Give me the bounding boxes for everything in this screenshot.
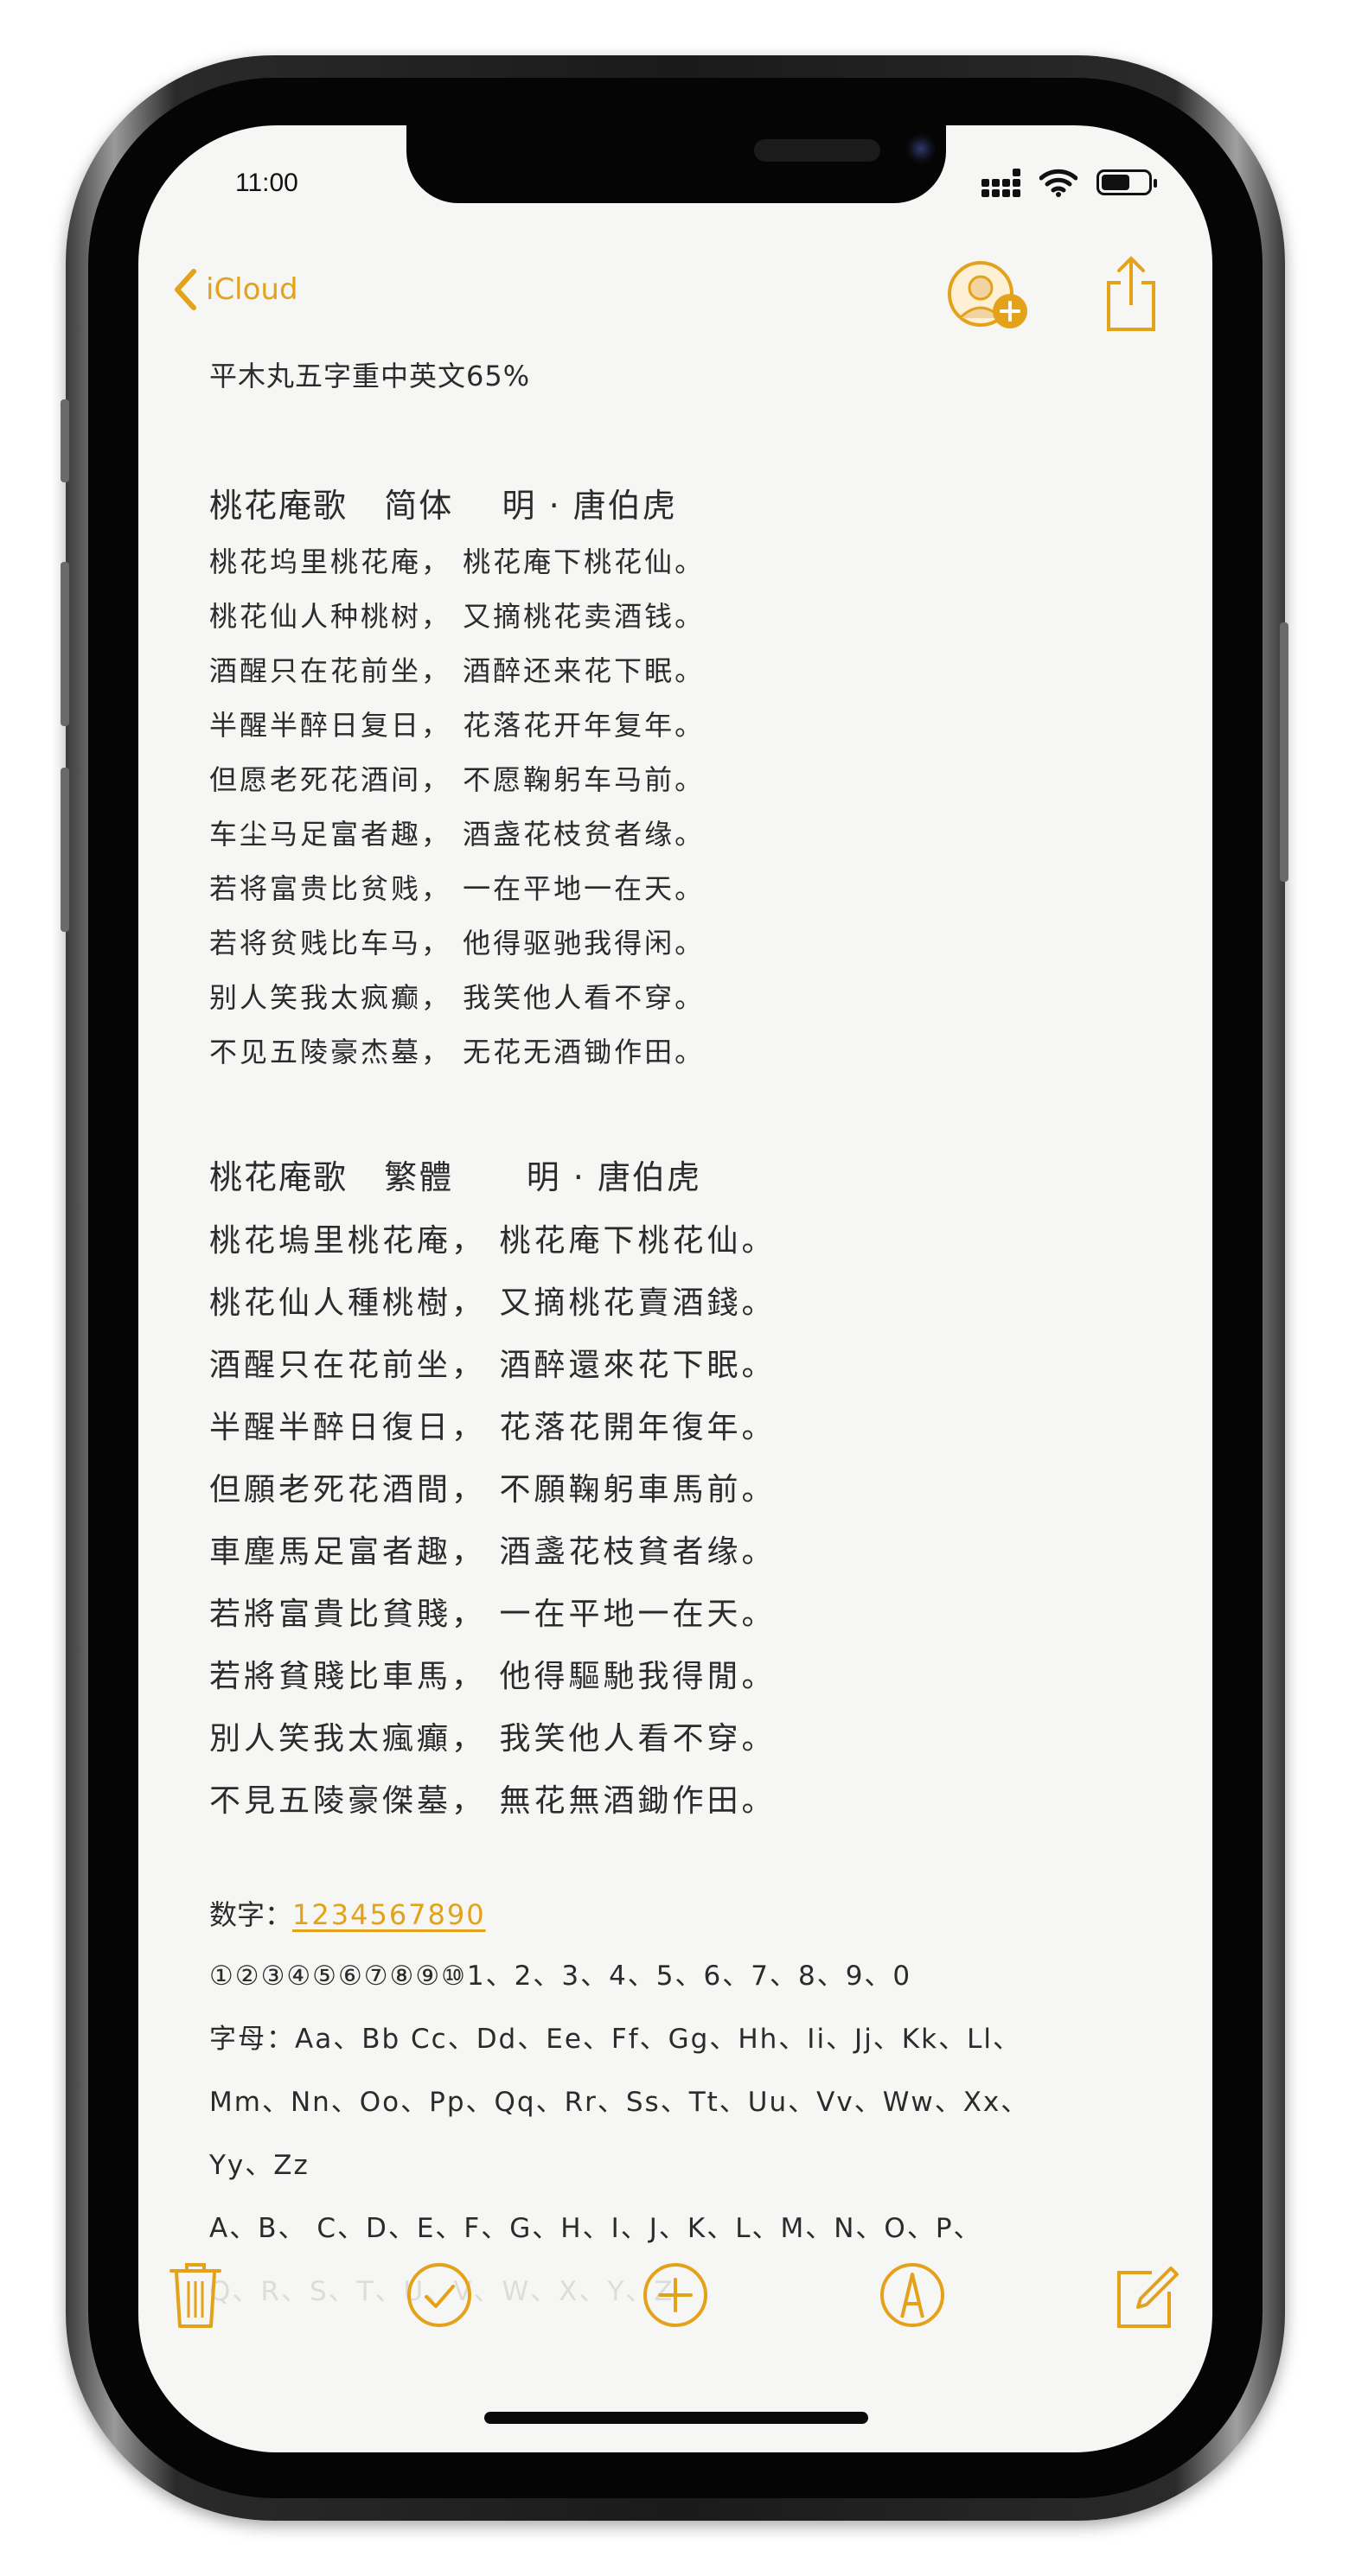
poem-line: 若將富貴比貧賤， 一在平地一在天。 [209,1597,777,1632]
mute-switch [61,399,69,482]
letters-line: Mm、Nn、Oo、Pp、Qq、Rr、Ss、Tt、Uu、Vv、Ww、Xx、 [209,2087,1030,2118]
poem-line: 若将贫贱比车马， 他得驱驰我得闲。 [209,927,706,960]
poem-line: 桃花仙人種桃樹， 又摘桃花賣酒錢。 [209,1285,777,1321]
font-description: 平木丸五字重中英文65% [209,360,531,392]
poem-line: 別人笑我太瘋癲， 我笑他人看不穿。 [209,1721,777,1757]
bottom-toolbar [138,2260,1212,2347]
markup-button[interactable] [878,2260,947,2333]
poem-simplified-title: 桃花庵歌 简体 明 · 唐伯虎 [209,487,677,525]
wifi-icon [1039,169,1077,197]
trash-icon [169,2263,221,2328]
share-icon [1107,256,1155,331]
power-button [1280,622,1288,882]
numbers-row: 数字：1234567890 [209,1884,1160,1945]
poem-line: 半醒半醉日复日， 花落花开年复年。 [209,709,706,742]
back-button[interactable]: iCloud [173,268,298,311]
letters-line: 字母：Aa、Bb Cc、Dd、Ee、Ff、Gg、Hh、Ii、Jj、Kk、Ll、 [209,2024,1021,2055]
front-camera [906,134,936,163]
poem-line: 若將貧賤比車馬， 他得驅馳我得閒。 [209,1659,777,1694]
poem-line: 桃花仙人种桃树， 又摘桃花卖酒钱。 [209,600,706,633]
markup-icon [879,2263,944,2327]
share-button[interactable] [1103,255,1159,336]
compose-button[interactable] [1114,2260,1180,2333]
volume-down-button [61,768,69,932]
notch [406,125,946,203]
poem-simplified: 桃花坞里桃花庵， 桃花庵下桃花仙。 桃花仙人种桃树， 又摘桃花卖酒钱。 酒醒只在… [209,535,1160,1080]
checklist-button[interactable] [405,2260,474,2333]
checklist-icon [406,2263,471,2327]
poem-traditional: 桃花塢里桃花庵， 桃花庵下桃花仙。 桃花仙人種桃樹， 又摘桃花賣酒錢。 酒醒只在… [209,1210,1160,1833]
poem-line: 若将富贵比贫贱， 一在平地一在天。 [209,872,706,905]
battery-level [1102,175,1129,190]
volume-up-button [61,562,69,726]
phone-number-link[interactable]: 1234567890 [292,1898,486,1931]
chevron-left-icon [175,269,196,310]
add-icon [643,2263,707,2327]
speaker [754,139,880,162]
cellular-signal-icon [981,168,1020,197]
status-icons [981,165,1157,200]
poem-line: 但愿老死花酒间， 不愿鞠躬车马前。 [209,763,706,796]
poem-line: 但願老死花酒間， 不願鞠躬車馬前。 [209,1472,777,1508]
battery-icon [1096,169,1157,195]
poem-line: 别人笑我太疯癫， 我笑他人看不穿。 [209,981,706,1014]
letters-line: A、B、 C、D、E、F、G、H、I、J、K、L、M、N、O、P、 [209,2213,982,2244]
back-label: iCloud [206,272,298,307]
add-attachment-button[interactable] [641,2260,710,2333]
poem-line: 半醒半醉日復日， 花落花開年復年。 [209,1410,777,1445]
screen: 11:00 iCloud 平木丸五字重中英文65% 桃花庵歌 简体 明 · 唐伯… [138,125,1212,2452]
poem-line: 車塵馬足富者趣， 酒盞花枝貧者缘。 [209,1534,777,1570]
numbers-label: 数字： [209,1898,293,1931]
poem-line: 酒醒只在花前坐， 酒醉還來花下眠。 [209,1348,777,1383]
delete-button[interactable] [168,2260,223,2333]
status-time: 11:00 [235,169,298,197]
home-indicator [484,2412,868,2424]
letters-line: Yy、Zz [209,2150,310,2181]
circled-numbers: ①②③④⑤⑥⑦⑧⑨⑩1、2、3、4、5、6、7、8、9、0 [209,1961,912,1992]
poem-line: 酒醒只在花前坐， 酒醉还来花下眠。 [209,654,706,687]
poem-line: 车尘马足富者趣， 酒盏花枝贫者缘。 [209,818,706,851]
add-people-button[interactable] [943,259,1038,341]
poem-traditional-title: 桃花庵歌 繁體 明 · 唐伯虎 [209,1158,701,1196]
poem-line: 不見五陵豪傑墓， 無花無酒鋤作田。 [209,1783,777,1819]
poem-line: 桃花塢里桃花庵， 桃花庵下桃花仙。 [209,1223,777,1259]
poem-line: 不见五陵豪杰墓， 无花无酒锄作田。 [209,1036,706,1068]
add-person-icon [948,261,1027,328]
compose-icon [1117,2267,1179,2328]
poem-line: 桃花坞里桃花庵， 桃花庵下桃花仙。 [209,545,706,578]
note-body[interactable]: 平木丸五字重中英文65% 桃花庵歌 简体 明 · 唐伯虎 桃花坞里桃花庵， 桃花… [209,354,1160,2324]
